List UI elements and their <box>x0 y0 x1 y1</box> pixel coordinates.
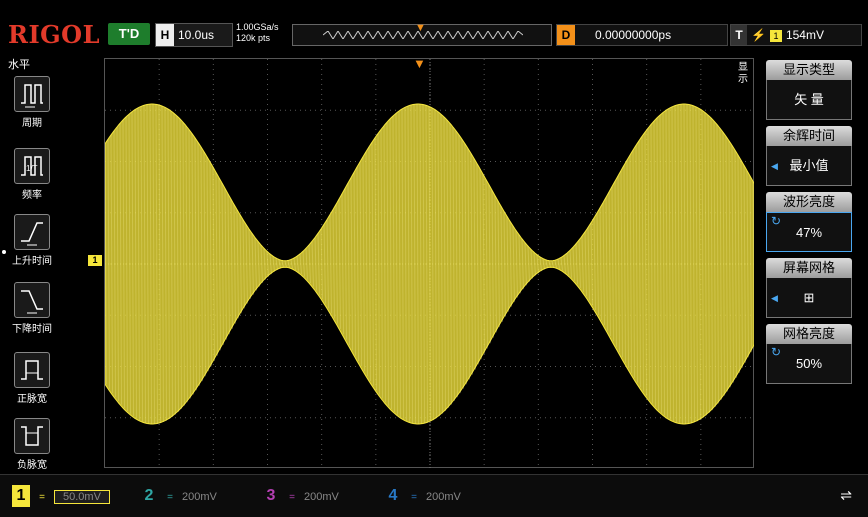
menu-grid-brightness[interactable]: 网格亮度 ↻ 50% <box>758 324 854 384</box>
sample-rate: 1.00GSa/s <box>236 22 279 32</box>
rising-edge-icon: ⚡ <box>751 28 766 42</box>
channel-1-button[interactable]: 1 = 50.0mV <box>12 485 110 507</box>
timebase-tag: H <box>156 24 174 46</box>
channel-2-button[interactable]: 2 = 200mV <box>140 485 217 507</box>
dc-coupling-icon: = <box>167 492 173 503</box>
waveform-display[interactable] <box>104 58 755 469</box>
delay-value: 0.00000000ps <box>595 28 672 42</box>
frequency-icon: 1/T <box>14 148 50 184</box>
positive-width-icon <box>14 352 50 388</box>
measure-label: 负脉宽 <box>17 460 47 471</box>
knob-icon: ↻ <box>771 214 782 228</box>
left-arrow-icon: ◀ <box>771 293 778 303</box>
measure-item-positive-width[interactable]: 正脉宽 <box>6 352 58 405</box>
menu-screen-grid[interactable]: 屏幕网格 ◀ ⊞ <box>758 258 854 318</box>
channel-number: 2 <box>144 487 154 504</box>
ch1-offset-marker[interactable]: 1 <box>88 255 102 266</box>
memory-overview: ▼ <box>292 22 552 46</box>
trigger-position-marker-icon[interactable]: ▼ <box>413 56 426 71</box>
measure-label: 正脉宽 <box>17 394 47 405</box>
menu-value: 最小值 <box>789 158 829 173</box>
timebase-value: 10.0us <box>178 28 215 42</box>
period-icon <box>14 76 50 112</box>
channel-number: 1 <box>12 485 30 507</box>
channel-number: 4 <box>388 487 398 504</box>
measure-panel-title: 水平 <box>8 59 30 71</box>
channel-bar: 1 = 50.0mV 2 = 200mV 3 = 200mV 4 = 200mV ⇌ <box>0 474 868 517</box>
menu-persistence-time[interactable]: 余辉时间 ◀ 最小值 <box>758 126 854 186</box>
knob-icon: ↻ <box>771 345 782 359</box>
waveform-grid <box>105 59 755 469</box>
measure-label: 频率 <box>22 190 42 201</box>
measure-label: 下降时间 <box>12 324 52 335</box>
measure-panel: 水平 周期 1/T 频率 上升时间 下降时间 正脉宽 负脉宽 <box>0 52 64 472</box>
menu-value: 47% <box>795 225 823 240</box>
measure-label: 上升时间 <box>12 256 52 267</box>
timebase-display[interactable]: H 10.0us <box>155 23 233 47</box>
channel-4-button[interactable]: 4 = 200mV <box>384 485 461 507</box>
dc-coupling-icon: = <box>411 492 417 503</box>
dc-coupling-icon: = <box>39 492 45 503</box>
display-menu-title: 显示 <box>738 62 748 85</box>
menu-display-type[interactable]: 显示类型 矢 量 <box>758 60 854 120</box>
menu-value: 矢 量 <box>766 80 852 120</box>
trigger-position-icon: ▼ <box>415 22 426 34</box>
left-arrow-icon: ◀ <box>771 161 778 171</box>
panel-indicator-dot <box>2 250 6 254</box>
menu-value-container: ↻ 50% <box>766 344 852 384</box>
delay-display[interactable]: D 0.00000000ps <box>556 24 728 46</box>
measure-label: 周期 <box>22 118 42 129</box>
channel-scale: 200mV <box>304 491 339 503</box>
measure-item-rise-time[interactable]: 上升时间 <box>6 214 58 267</box>
channel-scale: 200mV <box>182 491 217 503</box>
menu-value-container: ◀ ⊞ <box>766 278 852 318</box>
fall-time-icon <box>14 282 50 318</box>
trigger-level: 154mV <box>785 28 824 42</box>
negative-width-icon <box>14 418 50 454</box>
rigol-logo: RIGOL <box>8 20 100 49</box>
menu-value-container: ◀ 最小值 <box>766 146 852 186</box>
svg-text:1/T: 1/T <box>26 164 38 173</box>
display-menu: 显示 显示类型 矢 量 余辉时间 ◀ 最小值 波形亮度 ↻ 47% 屏幕网格 ◀ ⊞ … <box>738 52 868 472</box>
trigger-status-badge: T'D <box>108 23 150 45</box>
usb-icon: ⇌ <box>840 487 852 503</box>
measure-item-negative-width[interactable]: 负脉宽 <box>6 418 58 471</box>
channel-number: 3 <box>266 487 276 504</box>
acquisition-info: 1.00GSa/s 120k pts <box>236 22 279 44</box>
memory-depth: 120k pts <box>236 33 271 43</box>
grid-type-icon: ⊞ <box>803 290 815 305</box>
trigger-tag: T <box>731 25 747 45</box>
measure-item-frequency[interactable]: 1/T 频率 <box>6 148 58 201</box>
menu-title: 显示类型 <box>766 60 852 80</box>
measure-item-fall-time[interactable]: 下降时间 <box>6 282 58 335</box>
channel-scale: 200mV <box>426 491 461 503</box>
delay-tag: D <box>557 25 575 45</box>
menu-title: 余辉时间 <box>766 126 852 146</box>
trigger-source: 1 <box>769 29 782 42</box>
trigger-display[interactable]: T ⚡ 1 154mV <box>730 24 862 46</box>
dc-coupling-icon: = <box>289 492 295 503</box>
rise-time-icon <box>14 214 50 250</box>
channel-scale: 50.0mV <box>54 490 110 504</box>
channel-3-button[interactable]: 3 = 200mV <box>262 485 339 507</box>
menu-value: 50% <box>795 356 823 371</box>
status-bar: RIGOL T'D H 10.0us 1.00GSa/s 120k pts ▼ D… <box>0 0 868 52</box>
menu-title: 屏幕网格 <box>766 258 852 278</box>
menu-value-container: ↻ 47% <box>766 212 852 252</box>
measure-item-period[interactable]: 周期 <box>6 76 58 129</box>
menu-waveform-intensity[interactable]: 波形亮度 ↻ 47% <box>758 192 854 252</box>
